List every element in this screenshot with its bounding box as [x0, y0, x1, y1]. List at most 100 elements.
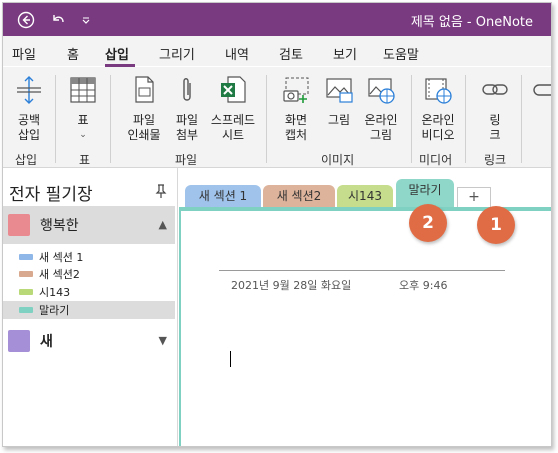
undo-icon: [53, 15, 64, 23]
text-cursor: [230, 351, 231, 367]
page-canvas[interactable]: 2021년 9월 28일 화요일 오후 9:46: [179, 211, 551, 446]
insert-space-label: 공백 삽입: [17, 113, 41, 142]
tab-insert[interactable]: 삽입: [105, 44, 129, 63]
page-date: 2021년 9월 28일 화요일: [231, 279, 352, 292]
section-item-2[interactable]: 새 섹션2: [3, 265, 175, 283]
more-ribbon-button[interactable]: [531, 75, 551, 113]
chevron-down-icon: ⌄: [79, 130, 87, 140]
tab-review[interactable]: 검토: [279, 44, 303, 63]
notebook-pane: 전자 필기장 행복한 ▲ 새 섹션 1 새 섹션2 시143 말라기 새 ▼: [3, 168, 178, 446]
online-video-label: 온라인 비디오: [421, 113, 455, 142]
section-tab-3[interactable]: 시143: [337, 185, 393, 207]
tab-history[interactable]: 내역: [225, 44, 249, 63]
section-item-4[interactable]: 말라기: [3, 301, 175, 319]
add-section-tab[interactable]: +: [457, 187, 491, 208]
group-label-links: 링크: [484, 153, 507, 167]
picture-button[interactable]: 그림: [321, 75, 357, 128]
window-title: 제목 없음 - OneNote: [410, 15, 533, 30]
tab-home[interactable]: 홈: [67, 44, 79, 63]
file-attach-label: 파일 첨부: [175, 113, 199, 142]
excel-icon: [221, 76, 246, 103]
section-name: 시143: [39, 286, 71, 299]
link-label: 링 크: [489, 113, 501, 142]
screen-clipping-button[interactable]: 화면 캡처: [275, 75, 317, 143]
notebook-pane-title: 전자 필기장: [9, 185, 93, 205]
section-name: 새 섹션2: [39, 268, 80, 281]
section-tab-1[interactable]: 새 섹션 1: [185, 185, 261, 207]
group-label-images: 이미지: [321, 153, 355, 167]
insert-space-icon: [17, 76, 41, 104]
notebook-name: 행복한: [40, 218, 79, 234]
group-label-tables: 표: [79, 153, 91, 167]
section-tab-2[interactable]: 새 섹션2: [263, 185, 335, 207]
annotation-badge-2: 2: [409, 204, 447, 242]
page-time: 오후 9:46: [399, 279, 448, 292]
notebook-item-sae[interactable]: 새 ▼: [3, 322, 175, 360]
link-icon: [482, 84, 508, 95]
online-video-icon: [425, 78, 452, 104]
group-label-files: 파일: [175, 153, 198, 167]
picture-icon: [326, 78, 353, 103]
file-printout-label: 파일 인쇄물: [127, 113, 161, 142]
ribbon-tabs: 파일 홈 삽입 그리기 내역 검토 보기 도움말: [3, 36, 551, 66]
tab-help[interactable]: 도움말: [383, 44, 419, 63]
screen-clipping-icon: [283, 77, 309, 103]
file-printout-icon: [135, 76, 154, 103]
ribbon-separator: [266, 75, 267, 163]
notebook-name: 새: [40, 334, 53, 350]
tab-file[interactable]: 파일: [12, 44, 36, 63]
section-item-1[interactable]: 새 섹션 1: [3, 248, 175, 266]
back-button[interactable]: [15, 9, 37, 31]
title-bar: 제목 없음 - OneNote: [3, 3, 551, 36]
section-name: 말라기: [39, 304, 70, 317]
chevron-up-icon[interactable]: ▲: [159, 218, 167, 231]
tab-view[interactable]: 보기: [333, 44, 357, 63]
group-label-insert: 삽입: [15, 153, 38, 167]
table-icon: [70, 77, 96, 103]
online-picture-label: 온라인 그림: [364, 113, 398, 142]
online-picture-icon: [368, 78, 395, 104]
section-color-icon: [19, 307, 33, 313]
section-color-icon: [19, 289, 33, 295]
paperclip-icon: [183, 78, 191, 101]
ribbon-separator: [465, 75, 466, 163]
file-printout-button[interactable]: 파일 인쇄물: [121, 75, 167, 143]
insert-space-button[interactable]: 공백 삽입: [9, 75, 49, 143]
online-video-button[interactable]: 온라인 비디오: [416, 75, 460, 143]
notebook-icon: [8, 330, 30, 352]
customize-toolbar-button[interactable]: [75, 9, 97, 31]
section-tab-4[interactable]: 말라기: [396, 179, 454, 207]
chevron-down-icon: [82, 17, 90, 24]
chevron-down-icon[interactable]: ▼: [159, 334, 167, 347]
partial-icon: [533, 84, 551, 96]
table-label: 표: [77, 113, 89, 127]
title-rule: [219, 270, 505, 271]
ribbon-separator: [110, 75, 111, 163]
notebook-icon: [8, 214, 30, 236]
undo-button[interactable]: [47, 9, 69, 31]
spreadsheet-button[interactable]: 스프레드 시트: [206, 75, 260, 143]
section-name: 새 섹션 1: [39, 251, 84, 264]
screen-clipping-label: 화면 캡처: [284, 113, 308, 142]
section-color-icon: [19, 271, 33, 277]
spreadsheet-label: 스프레드 시트: [210, 113, 256, 142]
onenote-window: 제목 없음 - OneNote 파일 홈 삽입 그리기 내역 검토 보기 도움말…: [2, 2, 552, 447]
notebook-item-haengbokhan[interactable]: 행복한 ▲: [3, 206, 175, 244]
ribbon: 공백 삽입 삽입 표 ⌄ 표 파일 인쇄물 파일 첨부 스프레드 시트 파일 화…: [3, 67, 551, 168]
section-item-3[interactable]: 시143: [3, 283, 175, 301]
ribbon-separator: [411, 75, 412, 163]
link-button[interactable]: 링 크: [477, 75, 513, 143]
online-picture-button[interactable]: 온라인 그림: [359, 75, 403, 143]
section-color-icon: [19, 254, 33, 260]
picture-label: 그림: [327, 113, 351, 127]
section-tabs: 새 섹션 1 새 섹션2 시143 말라기 +: [179, 175, 551, 209]
table-button[interactable]: 표 ⌄: [63, 75, 103, 143]
pin-icon[interactable]: [153, 183, 169, 199]
group-label-media: 미디어: [419, 153, 453, 167]
ribbon-separator: [55, 75, 56, 163]
ribbon-separator: [521, 75, 522, 163]
tab-draw[interactable]: 그리기: [159, 44, 195, 63]
back-arrow-icon: [17, 11, 35, 29]
annotation-badge-1: 1: [477, 206, 515, 244]
file-attach-button[interactable]: 파일 첨부: [169, 75, 205, 143]
